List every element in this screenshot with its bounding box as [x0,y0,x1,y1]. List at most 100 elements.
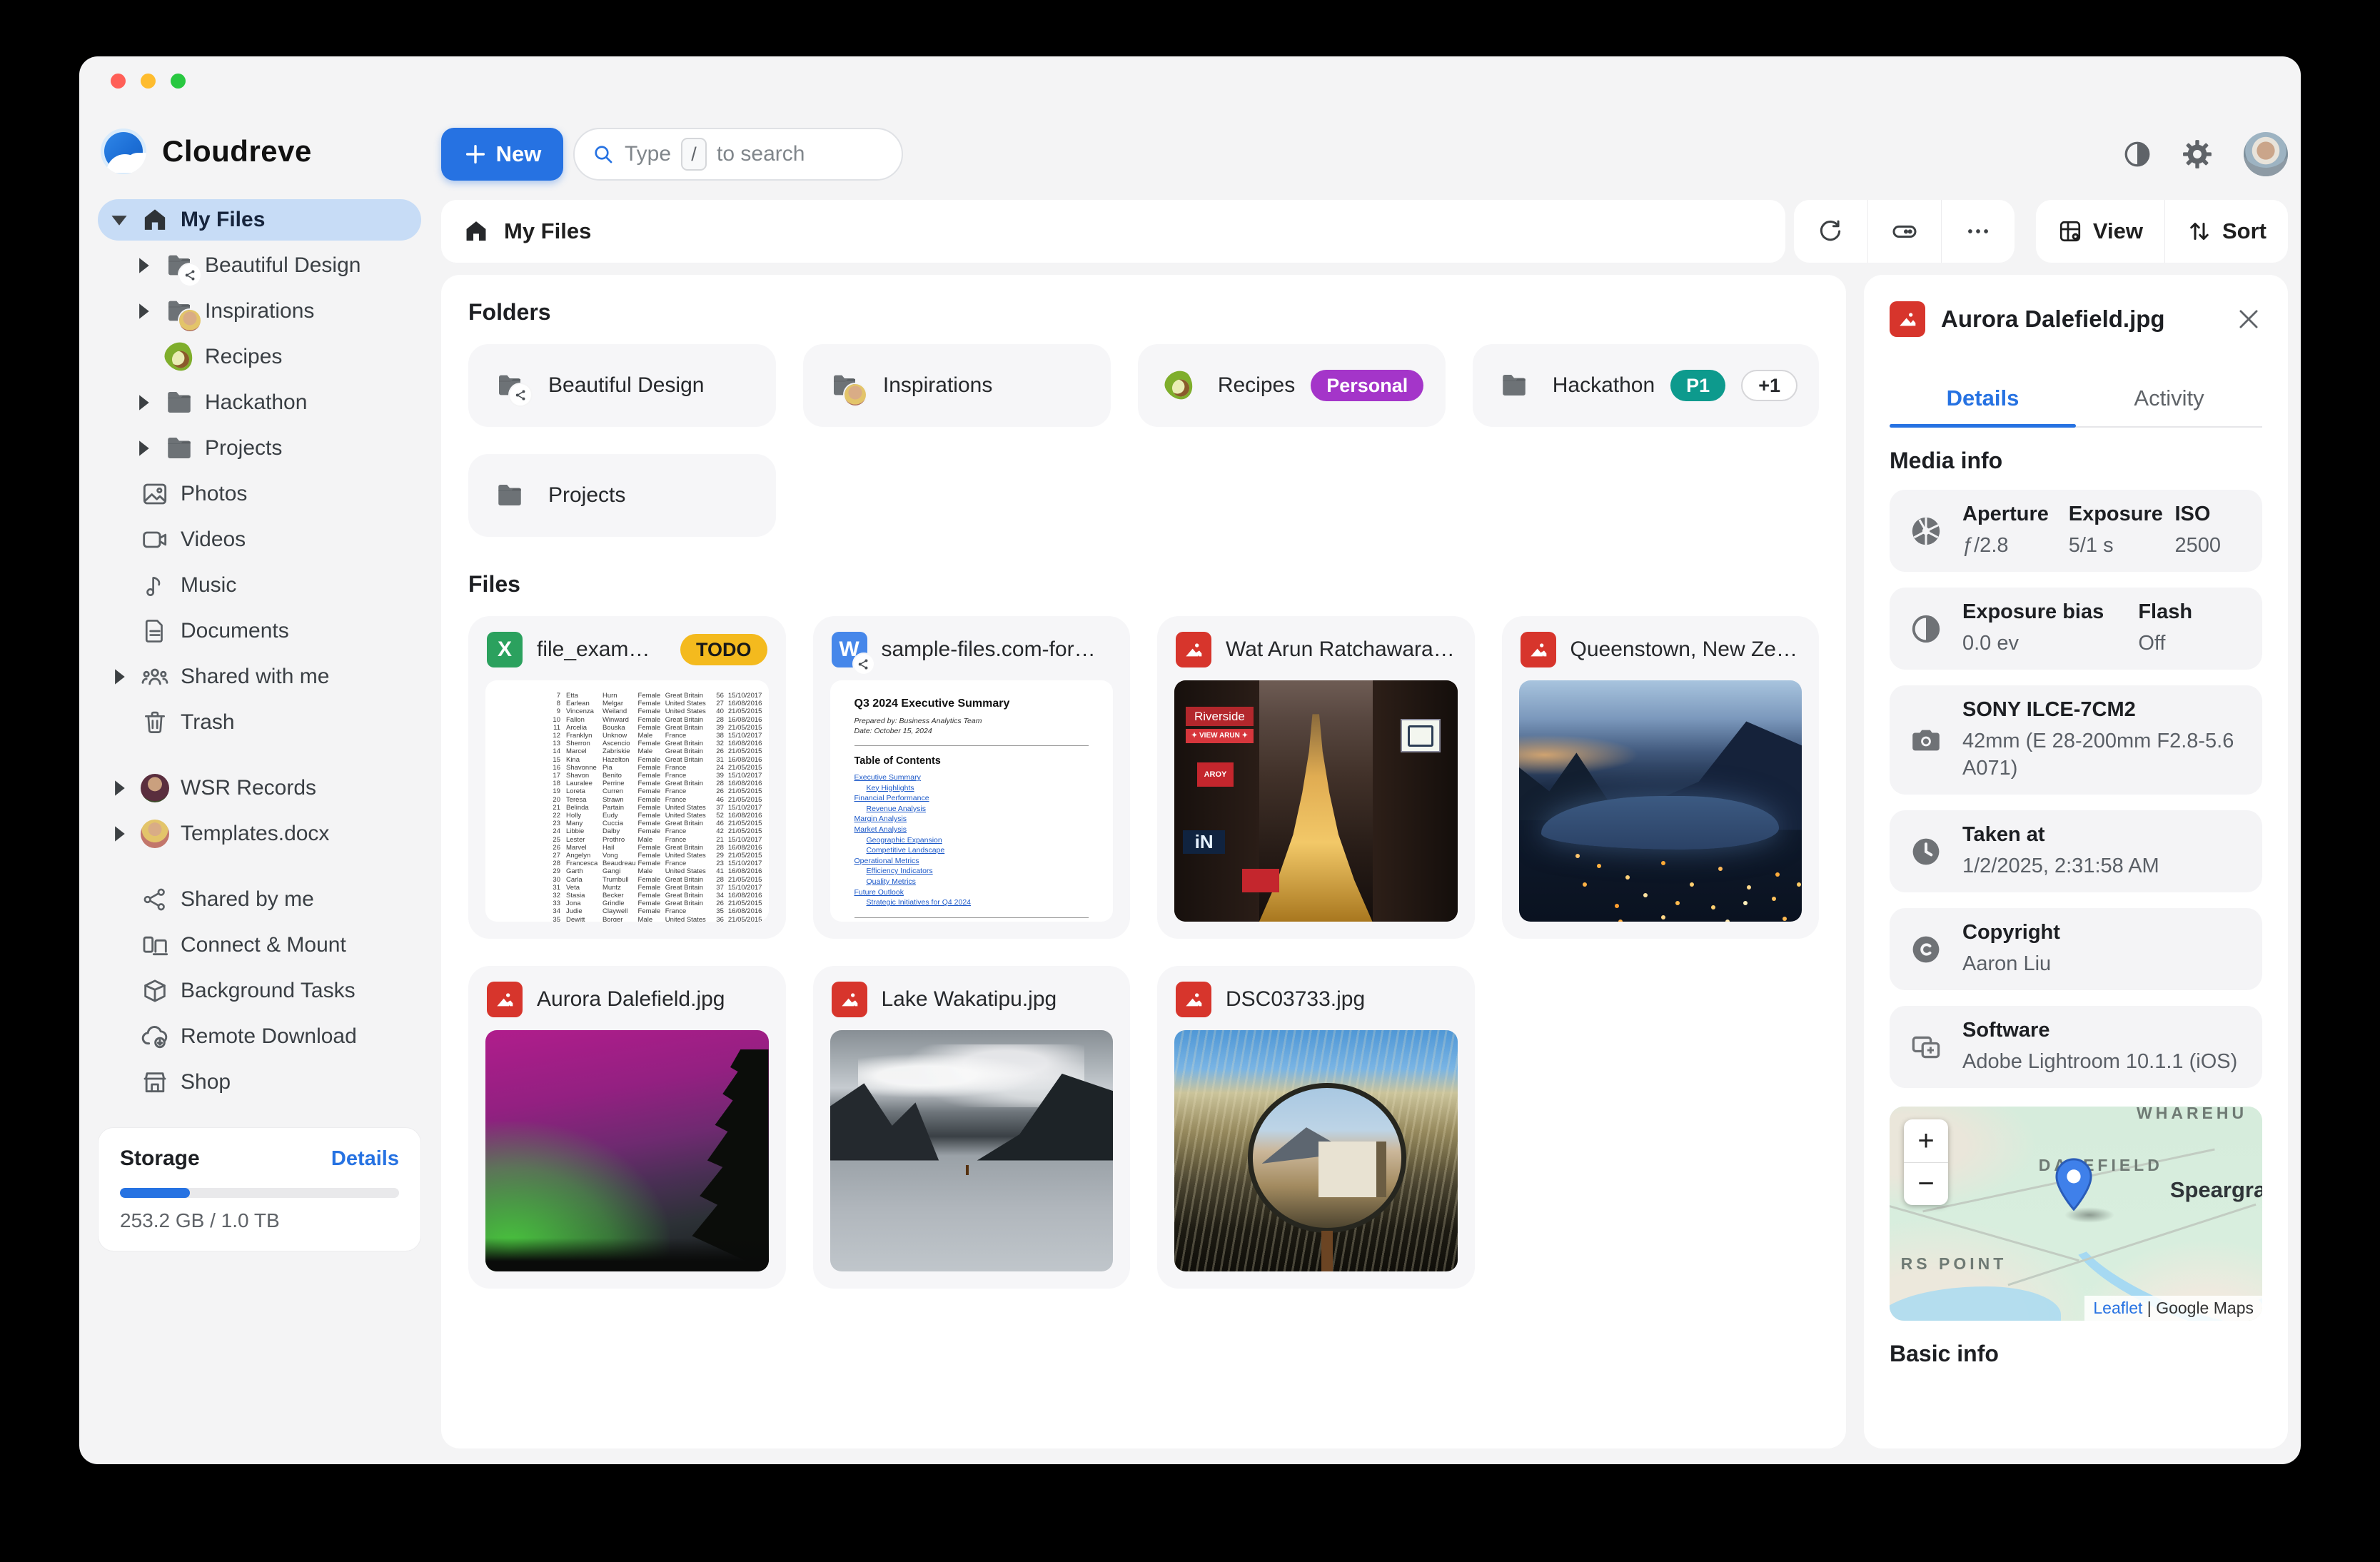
folder-avatar-icon [825,371,864,400]
file-card-wat-arun-ratchawarar[interactable]: Wat Arun Ratchawarar… Riverside✦ VIEW AR… [1157,616,1475,939]
sidebar-item-remote-download[interactable]: Remote Download [98,1016,421,1057]
file-browser: Folders Beautiful Design Inspirations Re… [441,275,1846,1448]
file-card-file-example[interactable]: X file_example… TODO 7EttaHurnFemaleGrea… [468,616,786,939]
sidebar-item-projects[interactable]: Projects [98,428,421,469]
sidebar-item-music[interactable]: Music [98,565,421,606]
brand-name: Cloudreve [162,134,312,168]
spreadsheet-thumbnail: 7EttaHurnFemaleGreat Britain5615/10/2017… [485,680,769,922]
close-window-button[interactable] [111,74,126,89]
sidebar-item-shared-by-me[interactable]: Shared by me [98,879,421,920]
caret-right-icon [128,439,159,458]
file-card-dsc03733-jpg[interactable]: DSC03733.jpg [1157,966,1475,1289]
sidebar-item-label: Remote Download [181,1024,357,1049]
file-name: file_example… [537,638,662,662]
tab-details[interactable]: Details [1890,371,2076,426]
media-info-label: ISO [2174,503,2244,526]
sidebar-item-label: Shared with me [181,665,329,689]
avocado-icon [1159,371,1199,400]
window-controls [111,74,186,89]
sidebar-item-wsr-records[interactable]: WSR Records [98,767,421,809]
basic-info-title: Basic info [1890,1341,2262,1367]
sort-button[interactable]: Sort [2164,200,2288,263]
search-input[interactable]: Type / to search [573,128,903,181]
halfmoon-icon [1908,613,1944,645]
sidebar-item-videos[interactable]: Videos [98,519,421,560]
sidebar-item-trash[interactable]: Trash [98,702,421,743]
sidebar-item-templates-docx[interactable]: Templates.docx [98,813,421,855]
media-info-label: Copyright [1962,921,2244,944]
storage-title: Storage [120,1147,200,1171]
file-name: Lake Wakatipu.jpg [882,987,1057,1012]
image-file-icon [1176,632,1211,667]
folder-avatar-icon [159,297,199,326]
tags-button[interactable] [1867,200,1941,263]
file-card-queenstown-new-zeal[interactable]: Queenstown, New Zeal… [1502,616,1820,939]
user-avatar[interactable] [2244,132,2288,176]
zoom-out-button[interactable]: − [1904,1162,1948,1205]
file-name: Wat Arun Ratchawarar… [1226,638,1456,662]
sidebar-item-inspirations[interactable]: Inspirations [98,291,421,332]
view-button[interactable]: View [2036,200,2164,263]
media-info-value: ƒ/2.8 [1962,532,2062,559]
avatar-woman-icon [135,820,175,848]
sidebar-item-shop[interactable]: Shop [98,1062,421,1103]
minimize-window-button[interactable] [141,74,156,89]
folder-card-projects[interactable]: Projects [468,454,776,537]
file-name: Queenstown, New Zeal… [1570,638,1801,662]
theme-toggle-button[interactable] [2122,139,2152,169]
folder-card-hackathon[interactable]: Hackathon P1+1 [1473,344,1819,427]
file-card-aurora-dalefield-jpg[interactable]: Aurora Dalefield.jpg [468,966,786,1289]
sidebar-item-label: Music [181,573,236,598]
sidebar-item-background-tasks[interactable]: Background Tasks [98,970,421,1012]
sidebar-item-my-files[interactable]: My Files [98,199,421,241]
sidebar-item-label: WSR Records [181,776,316,800]
media-info-card: SONY ILCE-7CM242mm (E 28-200mm F2.8-5.6 … [1890,685,2262,795]
file-name: sample-files.com-form… [882,638,1112,662]
trash-icon [135,709,175,736]
folder-share-icon [159,251,199,280]
sidebar-item-beautiful-design[interactable]: Beautiful Design [98,245,421,286]
close-panel-button[interactable] [2235,306,2262,333]
map-pin-icon [2054,1158,2094,1214]
maximize-window-button[interactable] [171,74,186,89]
sidebar-nav: My Files Beautiful Design Inspirations R… [98,199,421,1103]
folder-card-inspirations[interactable]: Inspirations [803,344,1111,427]
zoom-in-button[interactable]: + [1904,1119,1948,1162]
sidebar-item-label: Videos [181,528,246,552]
copyright-icon [1908,933,1944,966]
details-panel: Aurora Dalefield.jpg DetailsActivity Med… [1864,275,2288,1448]
media-info-card: CopyrightAaron Liu [1890,908,2262,990]
storage-details-link[interactable]: Details [331,1147,399,1171]
refresh-button[interactable] [1794,200,1867,263]
caret-right-icon [104,779,135,797]
settings-button[interactable] [2181,138,2214,171]
tab-activity[interactable]: Activity [2076,371,2262,426]
sidebar-item-documents[interactable]: Documents [98,610,421,652]
folder-card-recipes[interactable]: Recipes Personal [1138,344,1446,427]
avatar-badge-icon [844,384,866,405]
shop-icon [135,1068,175,1097]
camera-icon [1908,724,1944,757]
file-card-lake-wakatipu-jpg[interactable]: Lake Wakatipu.jpg [813,966,1131,1289]
panel-tabs: DetailsActivity [1890,371,2262,428]
sidebar-item-label: Recipes [205,345,282,369]
sidebar-item-shared-with-me[interactable]: Shared with me [98,656,421,697]
aperture-icon [1908,514,1944,548]
file-badge: TODO [680,634,767,665]
file-card-sample-files-com-form[interactable]: W sample-files.com-form… Q3 2024 Executi… [813,616,1131,939]
leaflet-link[interactable]: Leaflet [2093,1299,2142,1317]
sidebar-item-photos[interactable]: Photos [98,473,421,515]
sidebar-item-hackathon[interactable]: Hackathon [98,382,421,423]
new-button[interactable]: New [441,128,563,181]
caret-right-icon [104,667,135,686]
more-actions-button[interactable] [1941,200,2015,263]
folder-card-beautiful-design[interactable]: Beautiful Design [468,344,776,427]
breadcrumb[interactable]: My Files [441,200,1785,263]
caret-right-icon [128,393,159,412]
media-info-card: Apertureƒ/2.8Exposure5/1 sISO2500 [1890,490,2262,572]
sidebar-item-connect-mount[interactable]: Connect & Mount [98,924,421,966]
photo-thumbnail [830,1030,1114,1271]
sidebar-item-recipes[interactable]: Recipes [98,336,421,378]
sidebar-item-label: Trash [181,710,235,735]
location-map[interactable]: WHAREHU DALEFIELD Speargra RS POINT + − … [1890,1107,2262,1321]
